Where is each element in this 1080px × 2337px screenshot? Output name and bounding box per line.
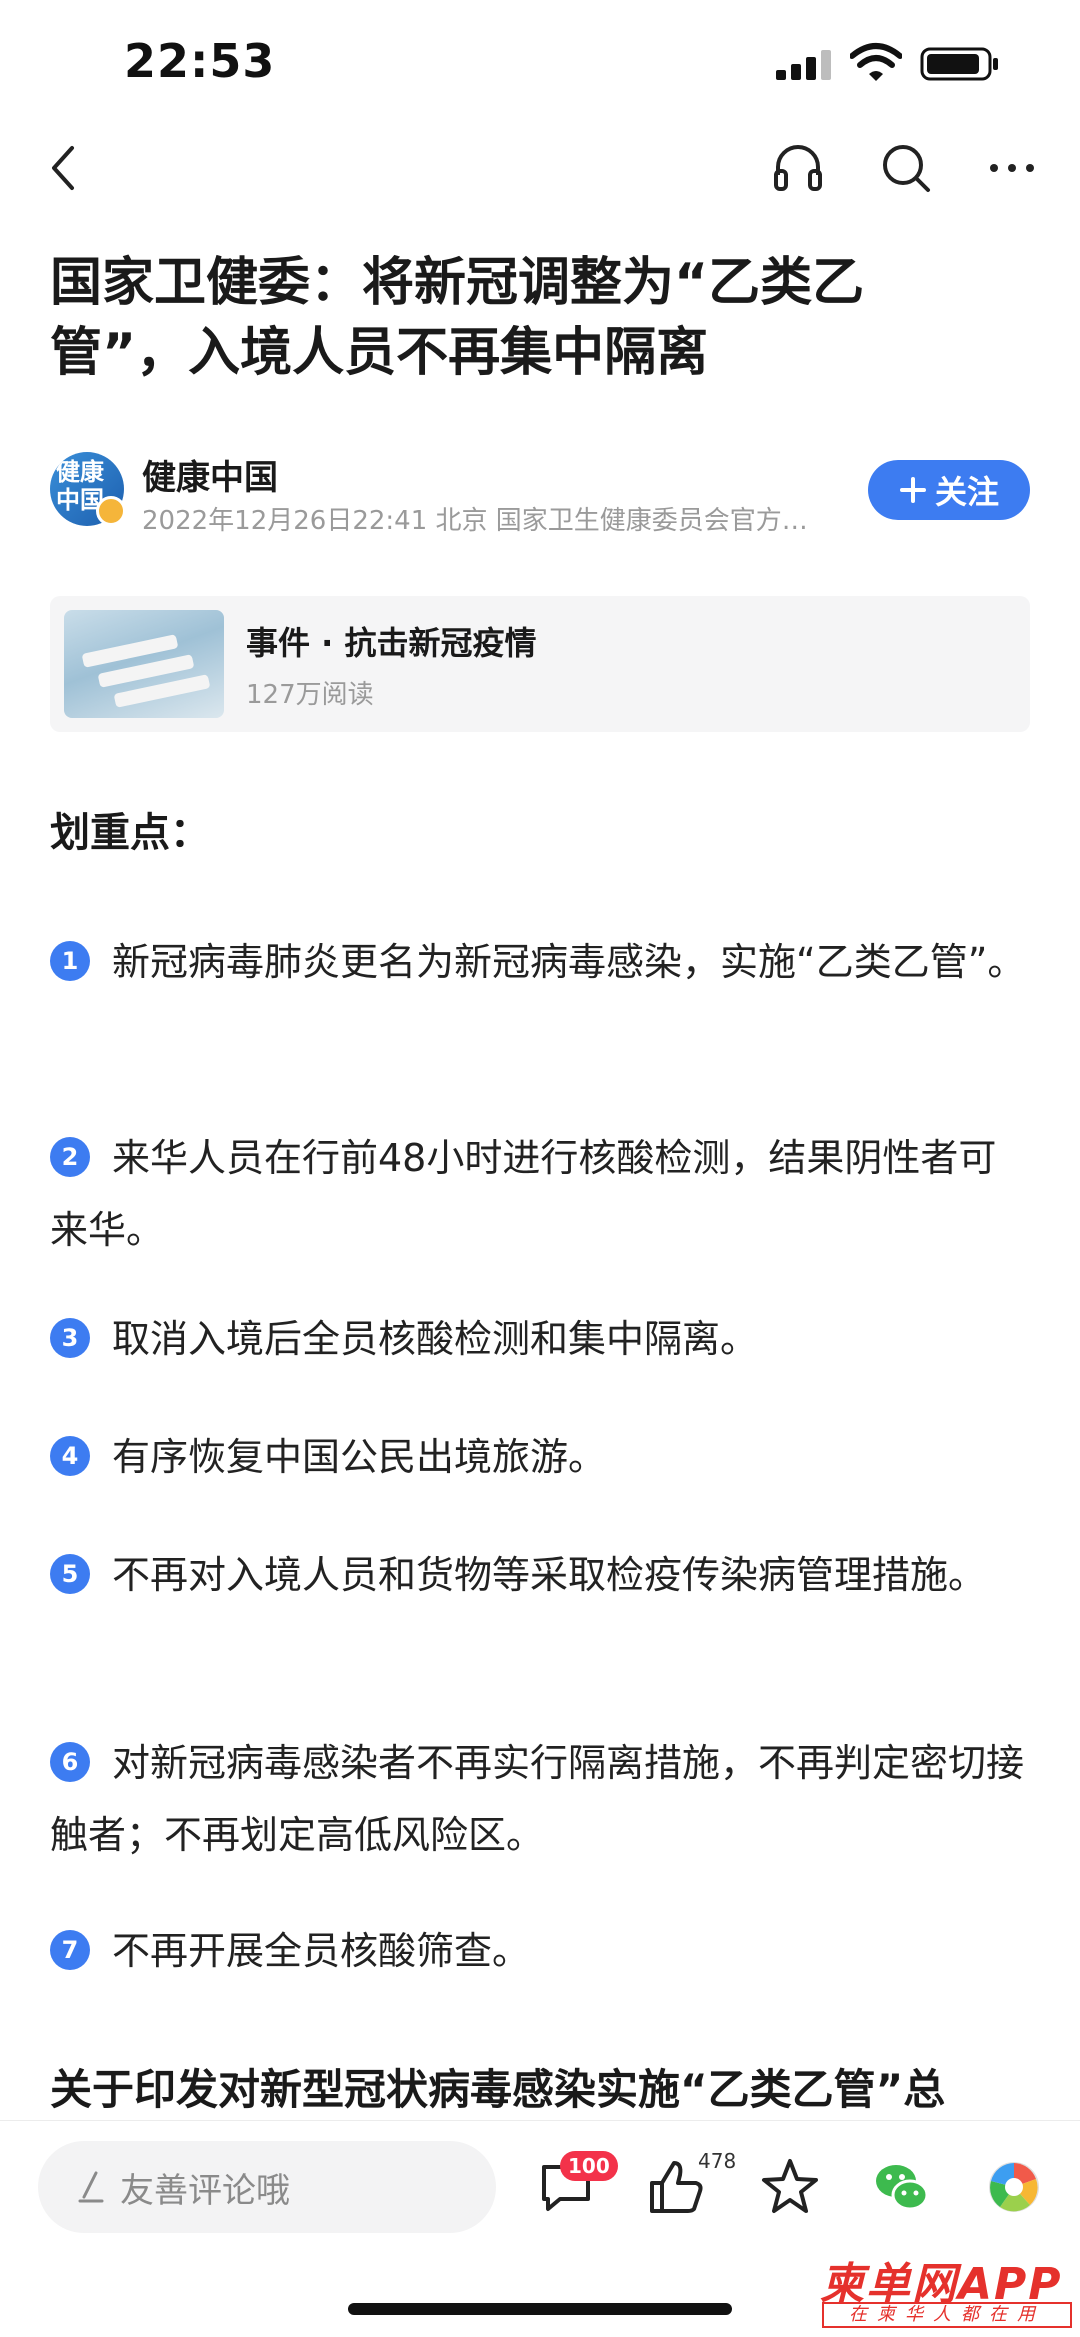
key-point-text: 对新冠病毒感染者不再实行隔离措施，不再判定密切接触者；不再划定高低风险区。	[50, 1741, 1025, 1857]
wifi-icon	[850, 43, 902, 81]
key-point-text: 来华人员在行前48小时进行核酸检测，结果阴性者可来华。	[50, 1136, 997, 1252]
number-badge: 4	[50, 1436, 90, 1476]
number-badge: 2	[50, 1137, 90, 1177]
plus-icon	[899, 477, 926, 503]
star-icon[interactable]	[758, 2155, 822, 2219]
key-point-item: 4 有序恢复中国公民出境旅游。	[50, 1421, 1030, 1493]
watermark-sub: 在柬华人都在用	[822, 2302, 1072, 2328]
status-bar: 22:53	[0, 0, 1080, 120]
event-card[interactable]: 事件 · 抗击新冠疫情 127万阅读	[50, 596, 1030, 732]
key-point-text: 取消入境后全员核酸检测和集中隔离。	[112, 1317, 759, 1361]
key-point-text: 不再对入境人员和货物等采取检疫传染病管理措施。	[112, 1553, 987, 1597]
more-icon[interactable]	[984, 140, 1040, 196]
moments-icon[interactable]	[982, 2155, 1046, 2219]
number-badge: 6	[50, 1742, 90, 1782]
watermark-logo: 柬单网APP 在柬华人都在用	[820, 2248, 1074, 2334]
event-reads: 127万阅读	[246, 680, 374, 710]
key-point-item: 2 来华人员在行前48小时进行核酸检测，结果阴性者可来华。	[50, 1122, 1030, 1266]
article-title: 国家卫健委：将新冠调整为“乙类乙管”，入境人员不再集中隔离	[50, 253, 865, 383]
pen-icon	[78, 2171, 104, 2203]
key-point-text: 新冠病毒肺炎更名为新冠病毒感染，实施“乙类乙管”。	[112, 940, 1026, 984]
status-time: 22:53	[124, 34, 276, 88]
comment-input[interactable]: 友善评论哦	[38, 2141, 496, 2233]
cellular-signal-icon	[776, 50, 832, 80]
sub-heading: 关于印发对新型冠状病毒感染实施“乙类乙管”总	[50, 2065, 946, 2114]
key-point-item: 3 取消入境后全员核酸检测和集中隔离。	[50, 1303, 1030, 1375]
key-point-text: 不再开展全员核酸筛查。	[112, 1929, 531, 1973]
number-badge: 3	[50, 1318, 90, 1358]
back-icon[interactable]	[36, 140, 92, 196]
home-indicator	[348, 2303, 732, 2315]
event-thumbnail	[64, 610, 224, 718]
key-point-text: 有序恢复中国公民出境旅游。	[112, 1435, 607, 1479]
nav-bar	[0, 120, 1080, 210]
verified-icon	[96, 496, 126, 526]
event-title: 事件 · 抗击新冠疫情	[246, 624, 537, 662]
search-icon[interactable]	[878, 140, 934, 196]
wechat-icon[interactable]	[870, 2155, 934, 2219]
author-name[interactable]: 健康中国	[142, 450, 278, 499]
author-meta: 2022年12月26日22:41 北京 国家卫生健康委员会官方…	[142, 506, 808, 536]
number-badge: 1	[50, 941, 90, 981]
headphones-icon[interactable]	[770, 140, 826, 196]
comment-placeholder: 友善评论哦	[120, 2170, 290, 2211]
key-point-item: 6 对新冠病毒感染者不再实行隔离措施，不再判定密切接触者；不再划定高低风险区。	[50, 1727, 1030, 1871]
key-point-item: 5 不再对入境人员和货物等采取检疫传染病管理措施。	[50, 1539, 1030, 1611]
like-count: 478	[698, 2149, 737, 2173]
key-point-item: 7 不再开展全员核酸筛查。	[50, 1915, 1030, 1987]
battery-icon	[920, 47, 998, 81]
key-points-heading: 划重点：	[50, 810, 210, 856]
follow-button[interactable]: 关注	[868, 460, 1030, 520]
follow-label: 关注	[934, 473, 999, 511]
comment-count-badge: 100	[560, 2151, 618, 2181]
key-point-item: 1 新冠病毒肺炎更名为新冠病毒感染，实施“乙类乙管”。	[50, 926, 1030, 998]
number-badge: 5	[50, 1554, 90, 1594]
number-badge: 7	[50, 1930, 90, 1970]
